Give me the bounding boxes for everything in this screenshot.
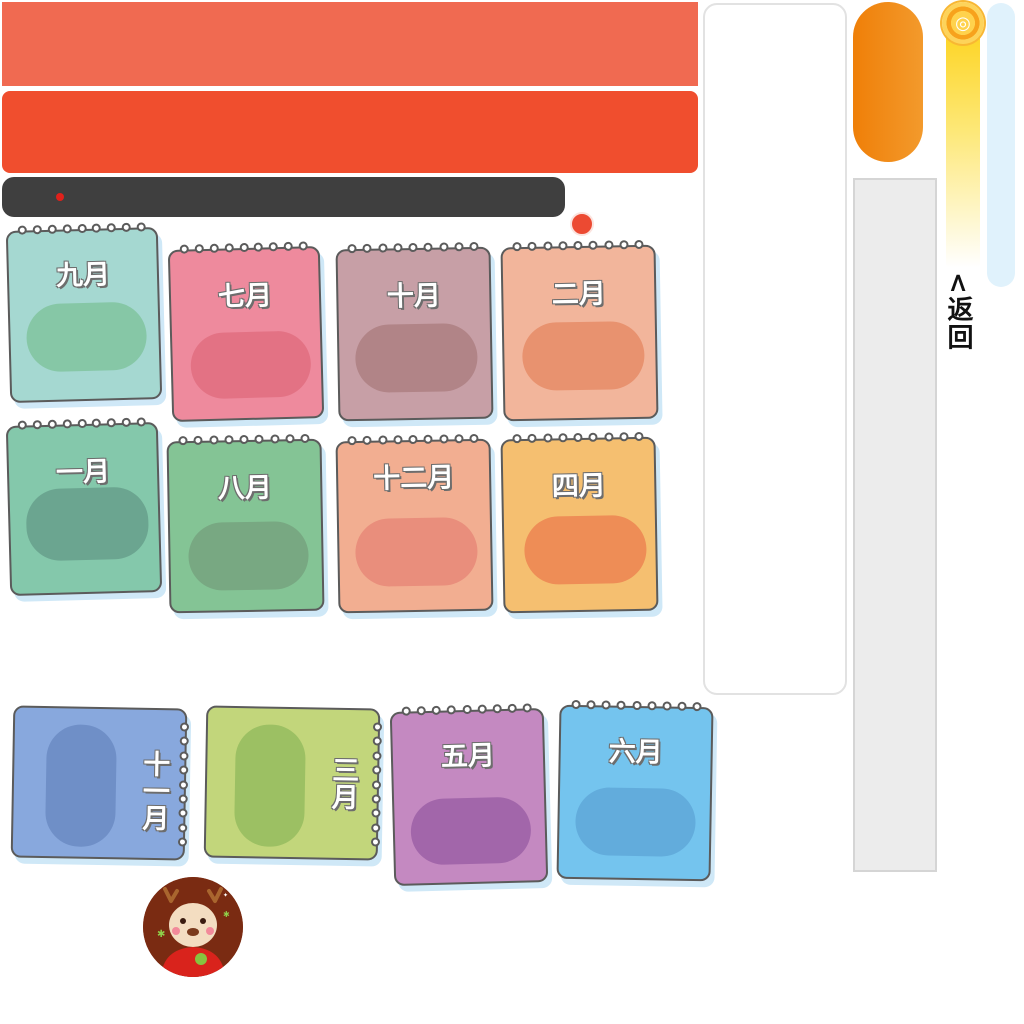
month-card-mar[interactable]: 三月 xyxy=(203,705,383,861)
svg-text:✱: ✱ xyxy=(223,910,230,919)
side-white-panel xyxy=(703,3,847,695)
month-card-jul[interactable]: 七月 xyxy=(167,241,325,422)
reindeer-avatar-icon[interactable]: ✱ ✱ ✦ xyxy=(143,877,243,977)
month-card-may[interactable]: 五月 xyxy=(389,703,549,886)
red-dot-icon xyxy=(570,212,594,236)
orange-action-button[interactable] xyxy=(853,2,923,162)
month-label: 八月 xyxy=(217,472,273,505)
svg-text:✦: ✦ xyxy=(223,892,228,899)
dark-progress-bar xyxy=(2,177,565,217)
month-label: 六月 xyxy=(608,736,663,769)
month-card-aug[interactable]: 八月 xyxy=(166,433,325,614)
month-label: 一月 xyxy=(55,456,111,489)
month-slot xyxy=(25,301,148,373)
coin-icon[interactable]: ◎ xyxy=(942,2,984,44)
month-card-oct[interactable]: 十月 xyxy=(335,241,494,422)
month-slot xyxy=(354,516,479,588)
month-label: 十二月 xyxy=(372,462,455,495)
month-slot xyxy=(233,724,307,848)
second-banner xyxy=(2,91,698,173)
reindeer-avatar-svg: ✱ ✱ ✦ xyxy=(143,877,243,977)
month-label: 四月 xyxy=(551,470,607,503)
month-label: 十一月 xyxy=(137,749,170,832)
month-slot xyxy=(25,486,150,562)
month-card-jan[interactable]: 一月 xyxy=(5,417,163,596)
month-card-jun[interactable]: 六月 xyxy=(556,699,714,882)
side-gray-panel xyxy=(853,178,937,872)
month-slot xyxy=(521,320,645,391)
month-card-sep[interactable]: 九月 xyxy=(5,222,163,403)
month-card-feb[interactable]: 二月 xyxy=(500,239,659,422)
progress-dot-icon xyxy=(56,193,64,201)
month-label: 十月 xyxy=(386,280,442,313)
month-slot xyxy=(44,724,118,848)
svg-text:✱: ✱ xyxy=(157,929,165,940)
month-label: 九月 xyxy=(55,259,111,292)
yellow-gradient-strip xyxy=(946,20,980,268)
light-blue-scrollbar[interactable] xyxy=(987,3,1015,287)
month-slot xyxy=(354,322,479,394)
month-card-apr[interactable]: 四月 xyxy=(500,431,659,614)
month-slot xyxy=(187,520,310,591)
month-slot xyxy=(574,786,697,858)
month-card-nov[interactable]: 十一月 xyxy=(10,705,190,861)
month-label: 三月 xyxy=(326,755,359,811)
month-slot xyxy=(410,796,532,866)
month-label: 二月 xyxy=(551,278,607,311)
back-button[interactable]: <返回 xyxy=(940,272,978,372)
month-slot xyxy=(523,514,648,585)
top-banner xyxy=(2,2,698,86)
month-slot xyxy=(189,330,312,400)
month-label: 五月 xyxy=(440,740,496,773)
month-card-dec[interactable]: 十二月 xyxy=(335,433,494,614)
month-label: 七月 xyxy=(217,280,273,313)
back-label: <返回 xyxy=(943,272,973,352)
